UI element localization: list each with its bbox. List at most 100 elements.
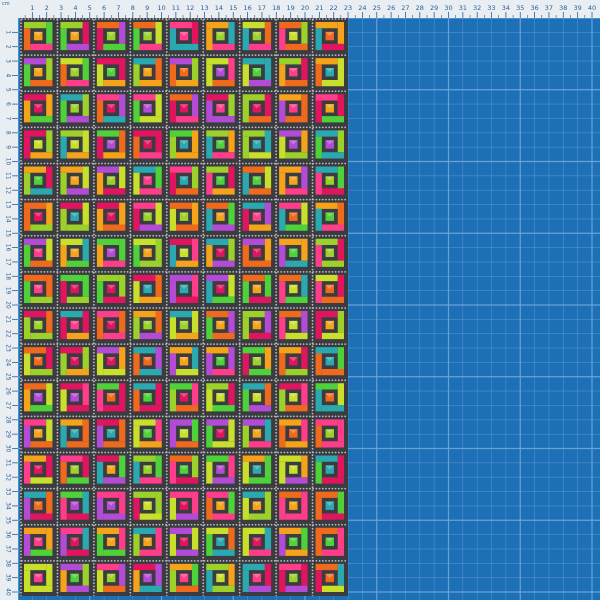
- rhinestone-dot: [311, 76, 314, 79]
- rhinestone-dot: [238, 54, 241, 57]
- rhinestone-dot: [129, 499, 132, 501]
- rhinestone-dot: [65, 559, 68, 562]
- rhinestone-dot: [202, 223, 205, 226]
- ruler-top-label: 6: [102, 4, 106, 12]
- rhinestone-dot: [129, 521, 132, 524]
- rhinestone-dot: [165, 451, 168, 453]
- rhinestone-dot: [202, 230, 205, 233]
- rhinestone-dot: [209, 451, 212, 454]
- rhinestone-dot: [110, 198, 113, 201]
- rhinestone-dot: [311, 198, 314, 201]
- rhinestone-dot: [197, 162, 199, 165]
- rhinestone-dot: [165, 79, 168, 82]
- rhinestone-dot: [238, 559, 241, 562]
- rhinestone-dot: [251, 18, 254, 20]
- rhinestone-dot: [104, 270, 107, 273]
- rhinestone-dot: [129, 575, 132, 578]
- mosaic-tile: [24, 347, 53, 376]
- rhinestone-dot: [149, 54, 151, 57]
- tile-bar: [212, 43, 235, 51]
- rhinestone-dot: [149, 379, 151, 382]
- rhinestone-dot: [33, 18, 36, 20]
- rhinestone-dot: [62, 487, 65, 490]
- rhinestone-dot: [235, 18, 238, 20]
- rhinestone-dot: [187, 451, 190, 454]
- rhinestone-dot: [165, 531, 168, 533]
- rhinestone-dot: [238, 211, 241, 213]
- ruler-left-label: 7: [5, 117, 12, 121]
- rhinestone-dot: [129, 310, 132, 313]
- rhinestone-dot: [202, 83, 205, 85]
- rhinestone-dot: [328, 487, 331, 490]
- rhinestone-dot: [165, 316, 168, 319]
- rhinestone-dot: [59, 487, 62, 490]
- rhinestone-dot: [20, 451, 22, 453]
- rhinestone-dot: [311, 351, 314, 354]
- rhinestone-dot: [20, 233, 22, 236]
- rhinestone-dot: [155, 559, 158, 562]
- rhinestone-dot: [129, 313, 132, 316]
- tile-bar: [279, 425, 286, 448]
- rhinestone-dot: [311, 463, 314, 466]
- rhinestone-dot: [202, 172, 205, 175]
- rhinestone-dot: [202, 156, 205, 159]
- rhinestone-dot: [202, 393, 205, 396]
- mosaic-tile: [169, 455, 199, 484]
- rhinestone-dot: [56, 463, 59, 466]
- rhinestone-dot: [158, 559, 161, 562]
- rhinestone-dot: [30, 162, 33, 165]
- rhinestone-dot: [165, 211, 168, 213]
- rhinestone-dot: [293, 90, 295, 93]
- tile-bar: [315, 419, 338, 426]
- rhinestone-dot: [40, 270, 43, 273]
- rhinestone-dot: [328, 415, 331, 418]
- rhinestone-dot: [275, 447, 278, 450]
- rhinestone-dot: [49, 415, 52, 418]
- rhinestone-dot: [267, 54, 270, 57]
- rhinestone-dot: [53, 162, 55, 165]
- rhinestone-dot: [59, 234, 62, 237]
- rhinestone-dot: [238, 540, 241, 543]
- rhinestone-dot: [334, 307, 337, 309]
- tile-bar: [279, 28, 286, 51]
- rhinestone-dot: [56, 447, 59, 450]
- rhinestone-dot: [174, 18, 177, 20]
- rhinestone-dot: [238, 348, 241, 351]
- tile-bar: [315, 570, 322, 592]
- rhinestone-dot: [311, 451, 314, 453]
- tile-bar: [279, 563, 302, 571]
- rhinestone-dot: [92, 303, 95, 306]
- rhinestone-dot: [280, 198, 283, 201]
- rhinestone-dot: [158, 415, 161, 418]
- rhinestone-dot: [311, 313, 314, 316]
- rhinestone-dot: [257, 415, 260, 418]
- rhinestone-dot: [321, 487, 324, 490]
- rhinestone-dot: [311, 83, 314, 85]
- rhinestone-dot: [136, 343, 139, 346]
- rhinestone-dot: [92, 553, 95, 556]
- rhinestone-dot: [139, 523, 142, 526]
- rhinestone-dot: [56, 76, 59, 79]
- rhinestone-dot: [190, 307, 193, 309]
- tile-bar: [60, 527, 83, 535]
- rhinestone-dot: [286, 18, 289, 20]
- rhinestone-dot: [202, 585, 205, 588]
- rhinestone-dot: [299, 198, 302, 201]
- rhinestone-dot: [117, 162, 119, 165]
- rhinestone-dot: [165, 147, 168, 149]
- rhinestone-dot: [129, 569, 132, 572]
- rhinestone-dot: [219, 343, 222, 346]
- rhinestone-dot: [193, 379, 196, 382]
- rhinestone-dot: [165, 275, 168, 277]
- tile-bar: [206, 22, 229, 29]
- rhinestone-dot: [40, 451, 43, 454]
- rhinestone-dot: [27, 54, 30, 57]
- rhinestone-dot: [92, 102, 95, 105]
- rhinestone-dot: [92, 268, 95, 271]
- rhinestone-dot: [341, 487, 343, 490]
- tile-bar: [301, 563, 308, 586]
- rhinestone-dot: [238, 527, 241, 530]
- rhinestone-dot: [56, 435, 59, 437]
- tile-bar: [96, 245, 104, 267]
- rhinestone-dot: [311, 431, 314, 434]
